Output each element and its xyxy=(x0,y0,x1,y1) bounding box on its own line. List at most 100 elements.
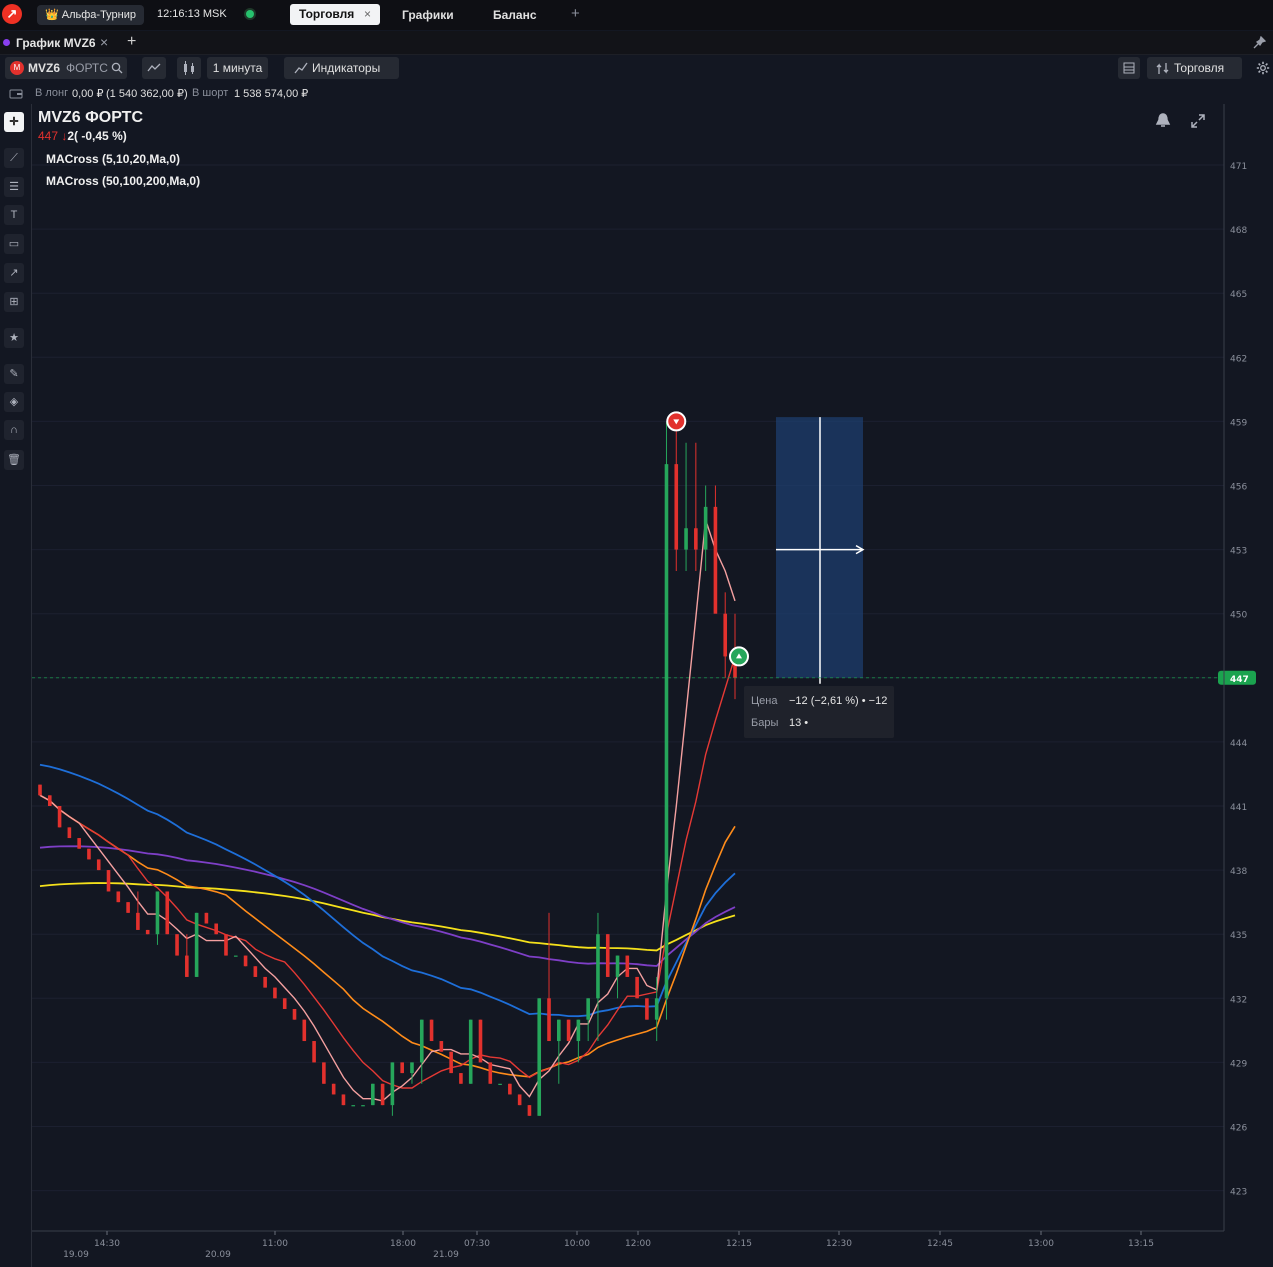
y-tick-label: 432 xyxy=(1230,995,1247,1005)
rectangle-tool-icon[interactable]: ▭ xyxy=(4,234,24,254)
candle-body xyxy=(390,1062,395,1106)
trade-button[interactable]: Торговля xyxy=(1147,57,1242,79)
wallet-icon xyxy=(9,89,23,99)
chart-tab-close-icon[interactable]: × xyxy=(100,34,108,50)
fib-tool-icon[interactable]: ☰ xyxy=(4,177,24,197)
y-tick-label: 456 xyxy=(1230,483,1247,493)
indicators-label: Индикаторы xyxy=(312,61,381,75)
ma20-line xyxy=(39,794,736,1078)
x-tick-label: 10:00 xyxy=(564,1239,590,1249)
price-change: 2( -0,45 %) xyxy=(67,129,127,143)
candle-body xyxy=(38,784,42,796)
long-label: В лонг xyxy=(35,87,69,99)
chart-price-line: 447 ↓2( -0,45 %) xyxy=(38,129,127,143)
symbol-search-button[interactable]: M MVZ6 ФОРТС xyxy=(5,57,127,79)
long-value: 0,00 ₽ xyxy=(72,88,104,100)
price-chart[interactable]: 447 471 468 465 462 459 456 453 450 444 441 438 435… xyxy=(32,104,1273,1267)
server-clock: 12:16:13 MSK xyxy=(157,8,227,20)
symbol-code: MVZ6 xyxy=(28,61,61,75)
measure-tooltip: Цена −12 (−2,61 %) • −12 Бары 13 • xyxy=(744,686,894,738)
last-price: 447 xyxy=(38,129,59,143)
y-tick-label: 423 xyxy=(1230,1188,1247,1198)
y-tick-label: 471 xyxy=(1230,162,1247,172)
interval-selector[interactable]: 1 минута xyxy=(207,57,268,79)
candle-body xyxy=(468,1019,473,1084)
measure-price-value: −12 (−2,61 %) • −12 xyxy=(789,695,888,707)
tab-trading[interactable]: Торговля × xyxy=(290,4,380,25)
trash-icon[interactable]: 🗑 xyxy=(4,450,24,470)
x-date-label: 20.09 xyxy=(205,1250,231,1260)
compare-icon xyxy=(147,63,161,72)
account-selector[interactable]: 👑 Альфа-Турнир xyxy=(37,5,145,25)
measure-price-label: Цена xyxy=(751,695,778,707)
trade-label: Торговля xyxy=(1174,61,1225,75)
favorites-star-icon[interactable]: ★ xyxy=(4,328,24,348)
candle-body xyxy=(713,506,718,614)
candle-body xyxy=(723,613,728,657)
chart-tab-label[interactable]: График MVZ6 xyxy=(16,36,96,50)
candle-body xyxy=(341,1094,346,1106)
ma200-line xyxy=(39,882,736,952)
tab-close-icon[interactable]: × xyxy=(364,4,371,25)
add-chart-tab-button[interactable]: + xyxy=(127,33,136,51)
candle-body xyxy=(292,1008,297,1020)
add-tab-button[interactable]: + xyxy=(571,5,580,22)
candle-body xyxy=(233,955,238,957)
trendline-tool-icon[interactable]: ⟋ xyxy=(4,148,24,168)
layers-icon[interactable]: ◈ xyxy=(4,392,24,412)
candle-body xyxy=(145,929,150,935)
app-logo-icon[interactable]: ↗ xyxy=(2,4,22,24)
measure-tool-icon[interactable]: ⊞ xyxy=(4,292,24,312)
y-tick-label: 459 xyxy=(1230,418,1247,428)
candle-body xyxy=(654,998,659,1020)
settings-gear-icon[interactable] xyxy=(1256,61,1270,75)
chart-symbol-title: MVZ6 ФОРТС xyxy=(38,109,144,126)
candle-body xyxy=(185,955,189,977)
fullscreen-icon[interactable] xyxy=(1190,113,1206,129)
x-tick-label: 18:00 xyxy=(390,1239,416,1249)
current-price-label: 447 xyxy=(1230,675,1249,685)
candle-body xyxy=(155,891,160,935)
indicators-button[interactable]: Индикаторы xyxy=(284,57,399,79)
x-tick-label: 14:30 xyxy=(94,1239,120,1249)
tab-charts[interactable]: Графики xyxy=(402,8,454,22)
candle-body xyxy=(273,987,277,999)
candle-body xyxy=(47,795,52,806)
layout-icon xyxy=(1123,62,1135,74)
magnet-icon[interactable]: ∩ xyxy=(4,420,24,440)
text-tool-icon[interactable]: T xyxy=(4,205,24,225)
chart-type-button[interactable] xyxy=(177,57,201,79)
draw-mode-icon[interactable]: ✎ xyxy=(4,364,24,384)
candle-body xyxy=(537,998,542,1116)
candle-body xyxy=(625,955,630,977)
candle-body xyxy=(419,1019,424,1063)
candle-body xyxy=(547,998,551,1042)
candle-body xyxy=(87,848,91,860)
pin-icon[interactable] xyxy=(1253,36,1266,49)
tab-balance[interactable]: Баланс xyxy=(493,8,537,22)
alert-add-icon[interactable] xyxy=(1154,112,1172,130)
candle-body xyxy=(664,464,669,999)
crosshair-tool-icon[interactable]: ✛ xyxy=(4,112,24,132)
x-tick-label: 13:00 xyxy=(1028,1239,1054,1249)
chart-toolbar: M MVZ6 ФОРТС 1 минута Индикаторы Торговл… xyxy=(0,55,1273,83)
x-tick-label: 13:15 xyxy=(1128,1239,1154,1249)
candle-body xyxy=(635,976,639,999)
candle-body xyxy=(194,912,199,977)
compare-button[interactable] xyxy=(142,57,166,79)
candle-body xyxy=(508,1083,512,1095)
indicator-legend-slow[interactable]: MACross (50,100,200,Ma,0) xyxy=(46,174,200,188)
candle-body xyxy=(674,464,679,550)
path-tool-icon[interactable]: ↗ xyxy=(4,263,24,283)
measure-bars-label: Бары xyxy=(751,717,779,729)
drawing-toolbar: ✛ ⟋ ☰ T ▭ ↗ ⊞ ★ ✎ ◈ ∩ 🗑 xyxy=(0,104,32,1267)
candle-body xyxy=(586,998,590,1020)
x-date-label: 21.09 xyxy=(433,1250,459,1260)
connection-status-icon xyxy=(246,10,254,18)
indicator-legend-fast[interactable]: MACross (5,10,20,Ma,0) xyxy=(46,152,180,166)
layout-button[interactable] xyxy=(1118,57,1140,79)
candle-body xyxy=(615,955,620,977)
chart-area[interactable]: 447 471 468 465 462 459 456 453 450 444 441 438 435… xyxy=(32,104,1273,1267)
app-top-bar: ↗ 👑 Альфа-Турнир 12:16:13 MSK Торговля ×… xyxy=(0,0,1273,30)
candle-body xyxy=(67,827,72,839)
